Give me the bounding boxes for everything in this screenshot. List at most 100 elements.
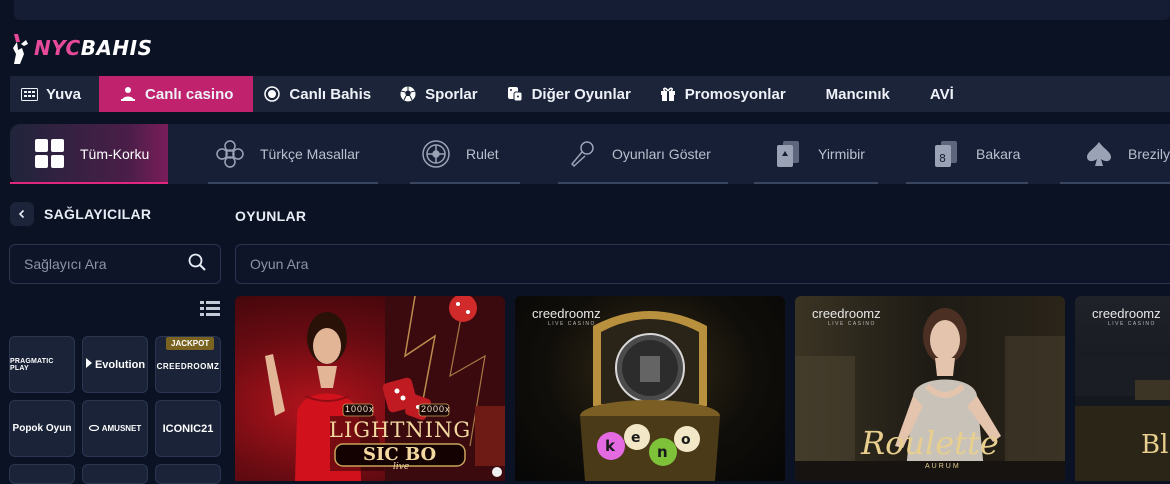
category-oyunlari-goster[interactable]: Oyunları Göster <box>520 124 728 184</box>
category-brezilya[interactable]: Brezilya <box>1028 124 1170 184</box>
mandala-icon <box>214 138 246 170</box>
category-underline <box>754 182 878 184</box>
statue-of-liberty-icon <box>10 32 32 64</box>
provider-search-input[interactable] <box>24 256 188 272</box>
category-label: Tüm-Korku <box>80 146 150 162</box>
provider-name: creedroomz <box>532 306 601 321</box>
category-underline <box>208 182 378 184</box>
evolution-logo-icon <box>85 358 93 371</box>
provider-tile-amusnet[interactable]: AMUSNET <box>82 400 148 457</box>
provider-tile-creedroomz[interactable]: JACKPOT CREEDROOMZ <box>155 336 221 393</box>
main-nav: Yuva Canlı casino Canlı Bahis Sporlar Di… <box>10 76 1170 112</box>
nav-item-yuva[interactable]: Yuva <box>10 76 99 112</box>
provider-tile-evolution[interactable]: Evolution <box>82 336 148 393</box>
game-card-lightning-sic-bo[interactable]: 1000x 2000x LIGHTNING SIC BO live <box>235 296 505 481</box>
site-logo[interactable]: NYCBAHIS <box>10 30 153 66</box>
category-underline <box>558 182 728 184</box>
games-search-input[interactable] <box>250 256 1156 272</box>
nav-item-promosyonlar[interactable]: Promosyonlar <box>649 76 804 112</box>
provider-search <box>9 244 221 284</box>
provider-tile-iconic21[interactable]: ICONIC21 <box>155 400 221 457</box>
provider-tile-more-1[interactable] <box>9 464 75 484</box>
active-underline <box>10 182 168 184</box>
category-bakara[interactable]: 8 Bakara <box>878 124 1028 184</box>
game-cards: 1000x 2000x LIGHTNING SIC BO live k e n … <box>235 296 1170 481</box>
game-card-keno[interactable]: k e n o creedroomz LIVE CASINO keno <box>515 296 785 481</box>
game-title: Bl <box>1141 430 1169 460</box>
dice-icon <box>506 85 524 103</box>
provider-logo: creedroomz LIVE CASINO <box>812 306 881 327</box>
provider-tile-more-2[interactable] <box>82 464 148 484</box>
provider-logo: creedroomz LIVE CASINO <box>532 306 601 327</box>
brand-name: NYCBAHIS <box>34 36 153 60</box>
game-title: LIGHTNING <box>329 418 472 442</box>
svg-text:o: o <box>681 432 691 448</box>
provider-name: creedroomz <box>812 306 881 321</box>
provider-tile-pragmatic-play[interactable]: PRAGMATIC PLAY <box>9 336 75 393</box>
provider-label: AMUSNET <box>101 424 142 433</box>
nav-item-sporlar[interactable]: Sporlar <box>389 76 496 112</box>
nav-label: Diğer Oyunlar <box>531 85 631 103</box>
tiles-icon <box>34 138 66 170</box>
multiplier-left: 1000x <box>345 404 375 414</box>
soccer-ball-icon <box>399 85 417 103</box>
providers-header: SAĞLAYICILAR <box>10 202 151 226</box>
nav-label: Canlı Bahis <box>289 85 372 103</box>
category-bar: Tüm-Korku Türkçe Masallar Rulet Oyunları… <box>10 124 1170 184</box>
list-view-icon[interactable] <box>200 301 220 321</box>
game-tag: live <box>393 462 410 472</box>
nav-label: AVİ <box>929 85 954 103</box>
microphone-icon <box>566 138 598 170</box>
grid-icon <box>20 85 38 103</box>
top-strip <box>14 0 1170 20</box>
category-label: Bakara <box>976 146 1021 162</box>
nav-item-avi[interactable]: AVİ <box>908 76 972 112</box>
category-label: Brezilya <box>1128 146 1170 162</box>
category-label: Türkçe Masallar <box>260 146 360 162</box>
games-search <box>235 244 1170 284</box>
nav-label: Canlı casino <box>145 85 234 103</box>
card-eight-icon: 8 <box>930 138 962 170</box>
nav-item-diger-oyunlar[interactable]: Diğer Oyunlar <box>496 76 649 112</box>
category-turkce-masallar[interactable]: Türkçe Masallar <box>168 124 378 184</box>
category-rulet[interactable]: Rulet <box>378 124 520 184</box>
svg-text:k: k <box>605 437 616 455</box>
nav-item-canli-casino[interactable]: Canlı casino <box>99 76 254 112</box>
provider-sub: LIVE CASINO <box>548 321 596 327</box>
provider-label: PRAGMATIC PLAY <box>10 357 54 372</box>
nav-item-mancinik[interactable]: Mancınık <box>804 76 908 112</box>
game-title: Roulette <box>861 424 999 462</box>
provider-sub: LIVE CASINO <box>828 321 876 327</box>
multiplier-right: 2000x <box>421 404 451 414</box>
gift-icon <box>659 85 677 103</box>
dealer-icon <box>119 85 137 103</box>
category-yirmibir[interactable]: Yirmibir <box>728 124 878 184</box>
amusnet-logo-icon <box>88 423 99 434</box>
collapse-button[interactable] <box>10 202 34 226</box>
jackpot-badge: JACKPOT <box>166 337 215 350</box>
search-icon[interactable] <box>188 253 206 276</box>
provider-label: ICONIC21 <box>162 422 214 435</box>
provider-name: creedroomz <box>1092 306 1161 321</box>
provider-sub: LIVE CASINO <box>1108 321 1156 327</box>
nav-item-canli-bahis[interactable]: Canlı Bahis <box>253 76 389 112</box>
providers-title: SAĞLAYICILAR <box>44 206 152 222</box>
game-subtitle: AURUM <box>925 463 961 470</box>
provider-logo: creedroomz LIVE CASINO <box>1092 306 1161 327</box>
game-card-partial[interactable]: creedroomz LIVE CASINO Bl <box>1075 296 1170 481</box>
game-title: keno <box>515 296 517 297</box>
game-card-roulette-aurum[interactable]: creedroomz LIVE CASINO Roulette AURUM <box>795 296 1065 481</box>
provider-label: Popok Oyun <box>12 423 72 434</box>
category-underline <box>410 182 520 184</box>
category-label: Rulet <box>466 146 499 162</box>
nav-label: Sporlar <box>425 85 478 103</box>
category-underline <box>1060 182 1170 184</box>
nav-label: Promosyonlar <box>684 85 786 103</box>
provider-tile-more-3[interactable] <box>155 464 221 484</box>
category-tum-korku[interactable]: Tüm-Korku <box>10 124 168 184</box>
roulette-icon <box>420 138 452 170</box>
svg-text:8: 8 <box>939 152 946 165</box>
provider-tile-popok-oyun[interactable]: Popok Oyun <box>9 400 75 457</box>
games-title: OYUNLAR <box>235 208 307 224</box>
nav-label: Mancınık <box>825 85 890 103</box>
